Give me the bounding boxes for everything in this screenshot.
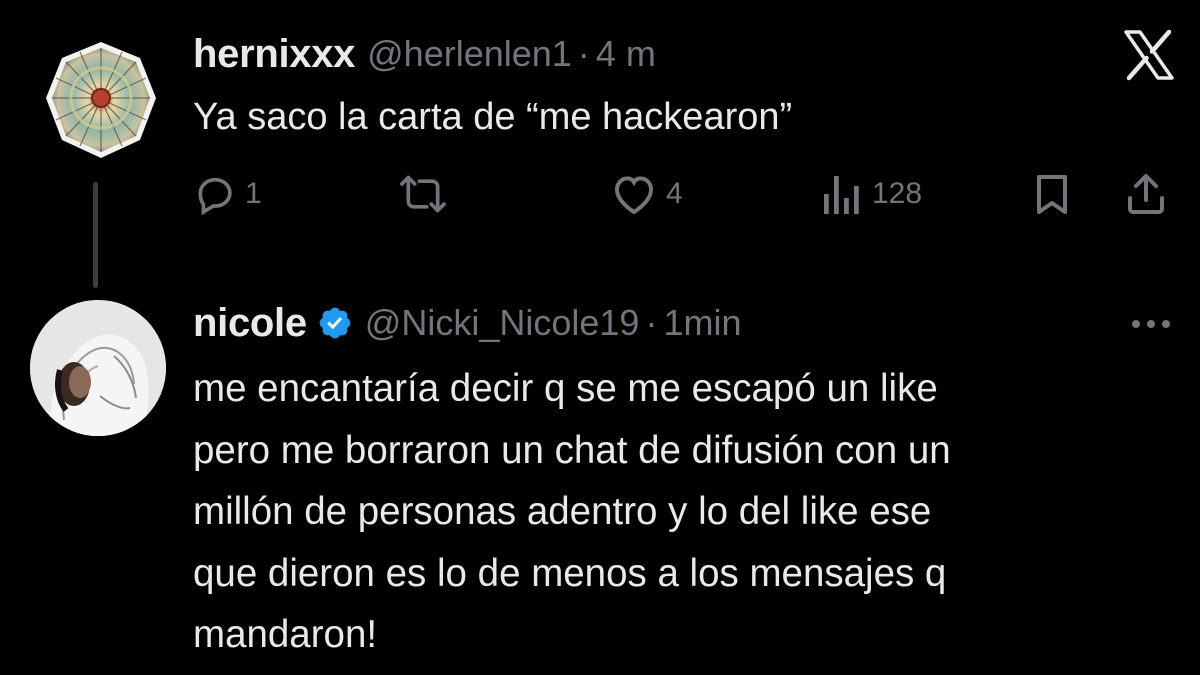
display-name[interactable]: nicole: [193, 301, 307, 346]
like-button[interactable]: 4: [610, 172, 683, 216]
views-button[interactable]: 128: [820, 172, 922, 216]
avatar-nicole[interactable]: [30, 300, 166, 436]
user-handle[interactable]: @Nicki_Nicole19: [365, 302, 640, 344]
timestamp[interactable]: 1min: [663, 302, 741, 344]
views-icon: [824, 176, 859, 214]
thread-connector-line: [93, 182, 98, 288]
tweet-text-line: que dieron es lo de menos a los mensajes…: [193, 551, 947, 595]
share-icon: [1128, 174, 1164, 214]
tweet-text-line: mandaron!: [193, 613, 378, 656]
share-button[interactable]: [1124, 172, 1168, 216]
like-count: 4: [666, 177, 683, 210]
more-options-button[interactable]: [1128, 302, 1174, 351]
x-logo-icon[interactable]: [1122, 28, 1176, 82]
avatar-hernixxx[interactable]: [44, 40, 158, 162]
reply-count: 1: [245, 177, 262, 210]
tweet2-text: me encantaría decir q se me escapó un li…: [193, 358, 1183, 666]
tweet-text-line: millón de personas adentro y lo del like…: [193, 490, 932, 533]
user-handle[interactable]: @herlenlen1: [367, 33, 572, 75]
tweet-text-line: me encantaría decir q se me escapó un li…: [193, 367, 938, 410]
tweet2-header: nicole @Nicki_Nicole19 · 1min: [193, 298, 741, 348]
display-name[interactable]: hernixxx: [193, 32, 355, 77]
like-icon: [614, 176, 654, 215]
tweet1-header: hernixxx @herlenlen1 · 4 m: [193, 29, 656, 79]
reply-button[interactable]: 1: [193, 172, 262, 216]
view-count: 128: [872, 177, 923, 210]
retweet-icon: [400, 175, 446, 213]
reply-icon: [198, 177, 232, 216]
timestamp[interactable]: 4 m: [596, 33, 656, 75]
retweet-button[interactable]: [398, 172, 448, 216]
tweet1-text: Ya saco la carta de “me hackearon”: [193, 96, 793, 138]
bookmark-button[interactable]: [1030, 172, 1074, 216]
separator-dot: ·: [645, 302, 658, 343]
separator-dot: ·: [577, 33, 590, 74]
bookmark-icon: [1037, 175, 1067, 214]
more-dots-icon: [1132, 320, 1170, 328]
verified-badge-icon: [317, 305, 353, 341]
tweet-text-line: pero me borraron un chat de difusión con…: [193, 428, 951, 472]
